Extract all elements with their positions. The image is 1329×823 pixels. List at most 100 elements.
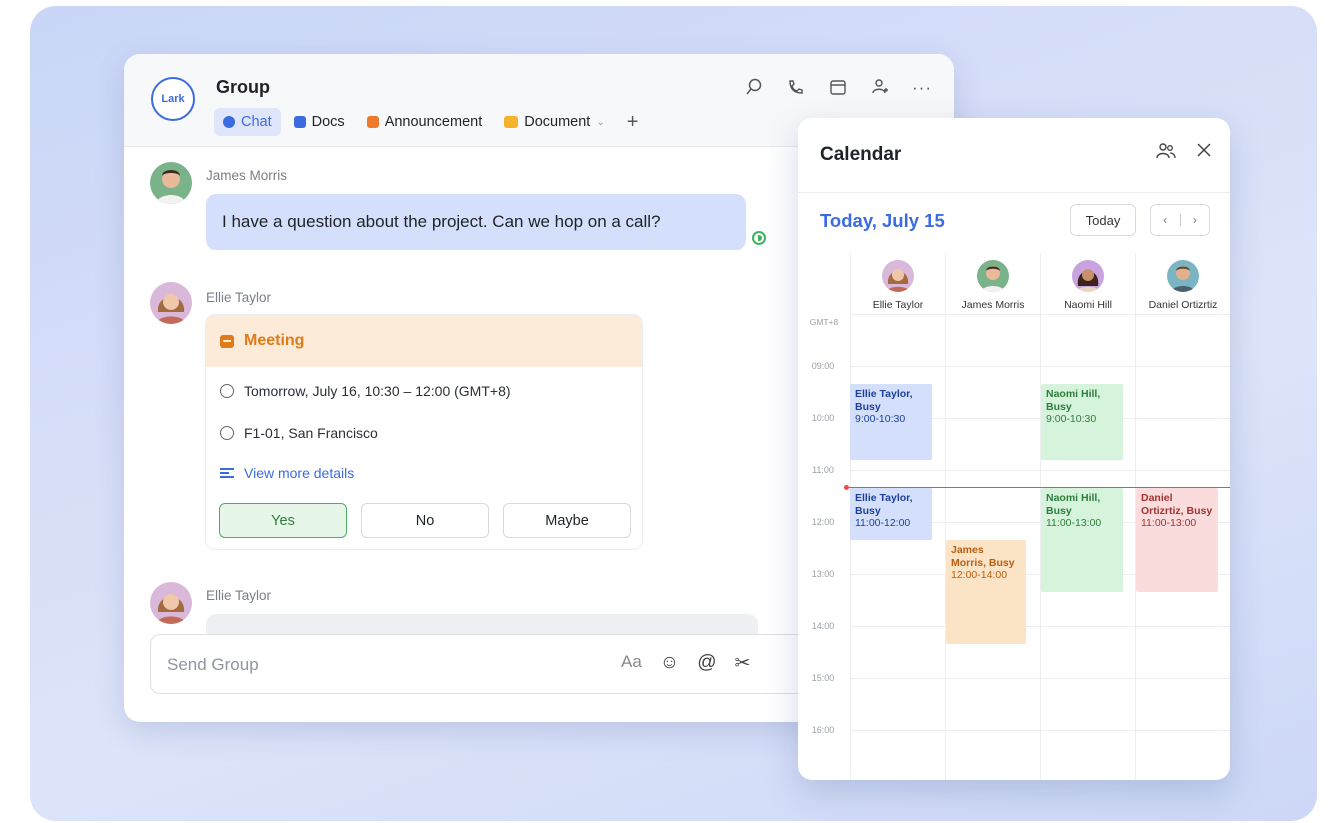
calendar-title: Calendar <box>820 144 902 165</box>
people-icon[interactable] <box>1156 142 1176 166</box>
tab-docs[interactable]: Docs <box>285 108 354 136</box>
time-label: 12:00 <box>811 517 835 527</box>
busy-event[interactable]: Daniel Ortizrtiz, Busy 11:00-13:00 <box>1136 488 1218 592</box>
plus-icon: + <box>626 110 639 133</box>
avatar <box>1167 260 1199 292</box>
avatar <box>977 260 1009 292</box>
grid-line <box>945 253 946 780</box>
screenshot-icon[interactable]: ✂ <box>735 652 751 675</box>
location-icon <box>220 426 234 440</box>
message-bubble: I have a question about the project. Can… <box>206 194 746 250</box>
clock-icon <box>220 384 234 398</box>
meeting-location-text: F1-01, San Francisco <box>244 425 378 441</box>
timezone-label: GMT+8 <box>809 317 839 327</box>
meeting-time-text: Tomorrow, July 16, 10:30 – 12:00 (GMT+8) <box>244 383 511 399</box>
event-time: 11:00-13:00 <box>1141 517 1197 529</box>
avatar <box>882 260 914 292</box>
busy-event[interactable]: Ellie Taylor, Busy 9:00-10:30 <box>850 384 932 460</box>
add-tab-button[interactable]: + <box>618 108 648 136</box>
event-title: Ellie Taylor, Busy <box>855 492 913 517</box>
calendar-actions <box>1156 142 1212 166</box>
grid-line <box>850 730 1230 731</box>
close-icon[interactable] <box>1196 142 1212 166</box>
folder-icon <box>504 116 519 128</box>
mention-icon[interactable]: @ <box>697 652 716 675</box>
calendar-panel: Calendar Today, July 15 Today ‹ › Ellie … <box>798 118 1230 780</box>
avatar <box>150 282 192 324</box>
chat-tabs: Chat Docs Announcement Document ⌄ + <box>214 108 647 136</box>
grid-line <box>850 678 1230 679</box>
avatar <box>150 582 192 624</box>
person-column-header: Daniel Ortizrtiz <box>1138 260 1228 311</box>
megaphone-icon <box>366 116 379 128</box>
busy-event[interactable]: Naomi Hill, Busy 11:00-13:00 <box>1041 488 1123 592</box>
event-title: James Morris, Busy <box>951 544 1015 569</box>
meeting-time: Tomorrow, July 16, 10:30 – 12:00 (GMT+8) <box>220 383 511 399</box>
meeting-card: Meeting Tomorrow, July 16, 10:30 – 12:00… <box>205 314 643 550</box>
chat-icon <box>223 116 235 128</box>
composer-tools: Aa ☺ @ ✂ <box>621 652 750 675</box>
calendar-icon[interactable] <box>828 78 848 101</box>
view-details-link[interactable]: View more details <box>220 465 354 481</box>
more-icon[interactable]: ··· <box>912 78 932 101</box>
date-nav: ‹ › <box>1150 204 1210 236</box>
time-label: 14:00 <box>811 621 835 631</box>
event-title: Daniel Ortizrtiz, Busy <box>1141 492 1213 517</box>
tab-chat[interactable]: Chat <box>214 108 281 136</box>
current-date: Today, July 15 <box>820 210 945 231</box>
schedule-grid: Ellie Taylor James Morris Naomi Hill Dan… <box>798 253 1230 780</box>
today-button[interactable]: Today <box>1070 204 1136 236</box>
time-label: 15:00 <box>811 673 835 683</box>
format-text-icon[interactable]: Aa <box>621 652 642 675</box>
yes-button[interactable]: Yes <box>219 503 347 538</box>
tab-label: Document <box>524 114 591 130</box>
person-name: Daniel Ortizrtiz <box>1148 299 1218 311</box>
maybe-button[interactable]: Maybe <box>503 503 631 538</box>
lark-logo: Lark <box>151 77 195 121</box>
no-button[interactable]: No <box>361 503 489 538</box>
event-time: 9:00-10:30 <box>855 413 906 425</box>
time-label: 13:00 <box>811 569 835 579</box>
busy-event[interactable]: Ellie Taylor, Busy 11:00-12:00 <box>850 488 932 540</box>
time-label: 11:00 <box>812 465 834 475</box>
call-icon[interactable] <box>786 78 806 101</box>
event-time: 9:00-10:30 <box>1046 413 1097 425</box>
event-time: 12:00-14:00 <box>951 569 1008 581</box>
sender-name: Ellie Taylor <box>206 290 272 305</box>
search-icon[interactable] <box>744 78 764 101</box>
busy-event[interactable]: James Morris, Busy 12:00-14:00 <box>946 540 1026 644</box>
person-name: Ellie Taylor <box>872 299 924 311</box>
emoji-icon[interactable]: ☺ <box>660 652 679 675</box>
rsvp-buttons: Yes No Maybe <box>219 503 631 538</box>
tab-announcement[interactable]: Announcement <box>358 108 492 136</box>
person-column-header: James Morris <box>948 260 1038 311</box>
busy-event[interactable]: Naomi Hill, Busy 9:00-10:30 <box>1041 384 1123 460</box>
group-title: Group <box>216 77 270 97</box>
sender-name: James Morris <box>206 168 288 183</box>
current-time-marker <box>844 485 849 490</box>
add-member-icon[interactable] <box>870 78 890 101</box>
next-day-button[interactable]: › <box>1181 213 1210 227</box>
event-title: Ellie Taylor, Busy <box>855 388 913 413</box>
event-title: Naomi Hill, Busy <box>1046 492 1101 517</box>
sender-name: Ellie Taylor <box>206 588 272 603</box>
docs-icon <box>293 116 306 128</box>
person-name: James Morris <box>961 299 1025 311</box>
event-title: Naomi Hill, Busy <box>1046 388 1101 413</box>
tab-label: Announcement <box>384 114 483 130</box>
meeting-title: Meeting <box>244 332 305 349</box>
tab-document[interactable]: Document ⌄ <box>495 108 613 136</box>
time-label: 16:00 <box>811 725 835 735</box>
composer-placeholder: Send Group <box>167 655 259 674</box>
chevron-down-icon: ⌄ <box>596 116 605 128</box>
avatar <box>150 162 192 204</box>
person-name: Naomi Hill <box>1064 299 1112 311</box>
grid-line <box>850 314 1230 315</box>
grid-line <box>850 366 1230 367</box>
tab-label: Docs <box>311 114 345 130</box>
time-label: 09:00 <box>811 361 835 371</box>
read-status-icon <box>752 231 766 245</box>
divider <box>798 192 1230 193</box>
view-details-text: View more details <box>244 465 355 481</box>
prev-day-button[interactable]: ‹ <box>1151 213 1180 227</box>
